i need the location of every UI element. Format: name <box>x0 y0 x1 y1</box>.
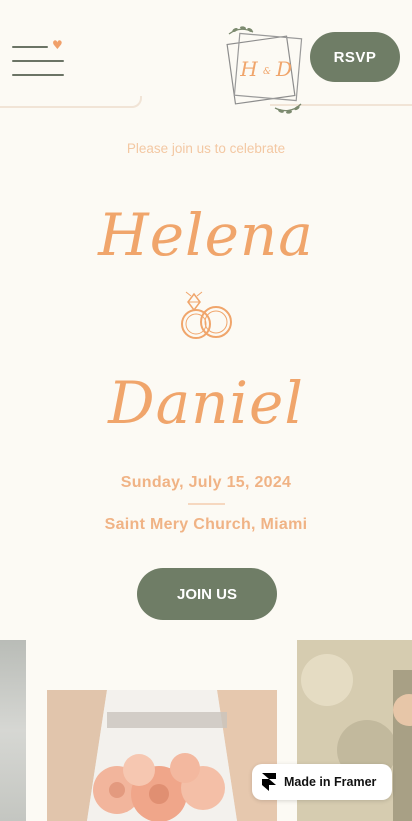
monogram-ampersand: & <box>263 67 271 77</box>
bride-name: Helena <box>98 201 314 269</box>
gallery-photo-left <box>0 640 26 821</box>
heart-icon: ♥ <box>52 38 63 52</box>
menu-line <box>12 60 64 62</box>
join-us-button[interactable]: JOIN US <box>137 568 277 620</box>
gallery-photo-bouquet <box>47 690 277 821</box>
monogram-logo[interactable]: H & D <box>223 24 309 118</box>
groom-name: Daniel <box>108 369 304 437</box>
intro-text: Please join us to celebrate <box>126 141 286 156</box>
monogram-right-initial: D <box>275 57 292 81</box>
divider <box>188 503 225 505</box>
badge-label: Made in Framer <box>284 775 377 789</box>
rsvp-button[interactable]: RSVP <box>310 32 400 82</box>
framer-logo-icon <box>262 773 276 791</box>
menu-line <box>12 74 64 76</box>
made-in-framer-badge[interactable]: Made in Framer <box>252 764 392 800</box>
header: ♥ H & D RSVP <box>0 0 412 114</box>
menu-button[interactable]: ♥ <box>12 38 64 82</box>
event-date: Sunday, July 15, 2024 <box>120 474 292 491</box>
monogram-left-initial: H <box>239 57 258 81</box>
menu-line <box>12 46 48 48</box>
event-venue: Saint Mery Church, Miami <box>104 516 308 533</box>
header-rule-left <box>0 96 142 108</box>
rings-icon <box>181 291 232 339</box>
bouquet-image <box>47 690 277 821</box>
